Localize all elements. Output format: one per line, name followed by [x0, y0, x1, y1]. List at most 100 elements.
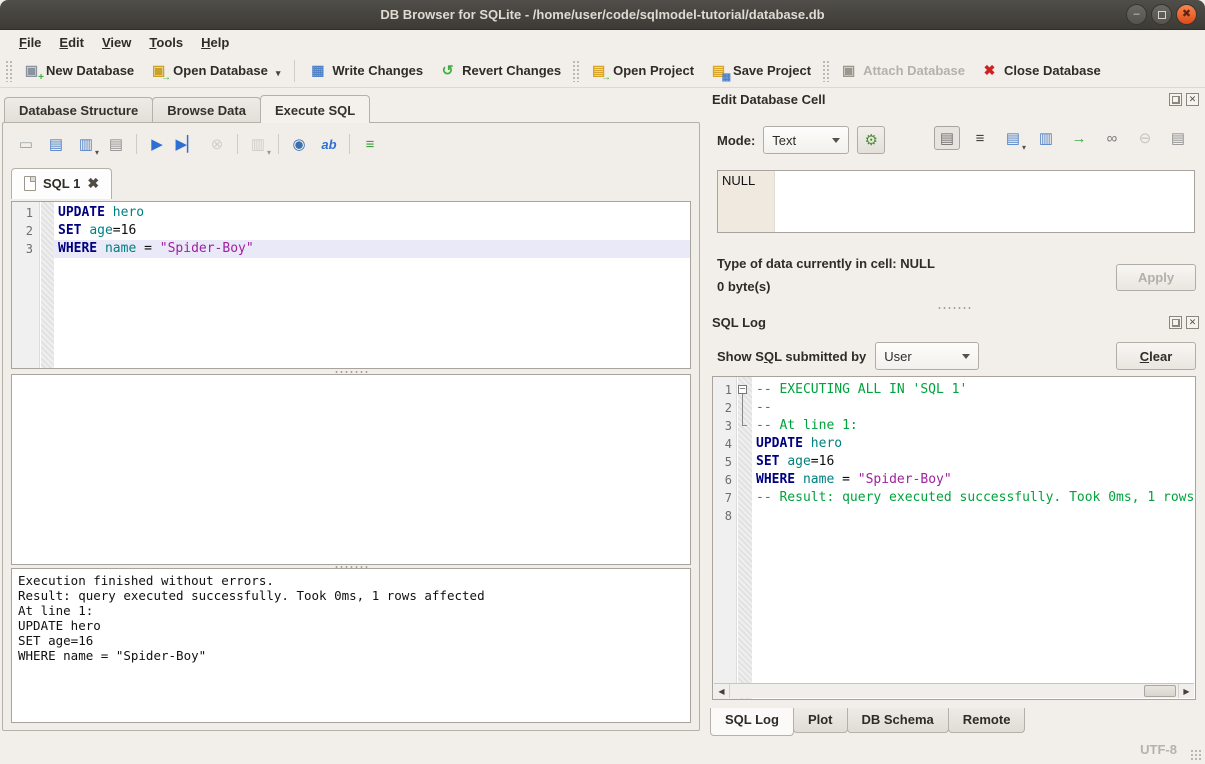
log-line[interactable]: 7-- Result: query executed successfully.… — [713, 489, 1195, 507]
dock-float-icon[interactable] — [1169, 93, 1182, 106]
scroll-left-arrow-icon[interactable]: ◀ — [714, 684, 730, 698]
editor-line[interactable]: 2SET age=16 — [12, 222, 690, 240]
dock-float-icon[interactable] — [1169, 316, 1182, 329]
syntax-check-button[interactable]: ab — [317, 132, 341, 156]
text-mode-button[interactable]: ▤ — [934, 126, 960, 150]
dock-tab-plot[interactable]: Plot — [793, 708, 848, 733]
dropdown-caret-icon[interactable]: ▾ — [95, 148, 99, 157]
log-filter-combobox[interactable]: User — [875, 342, 979, 370]
chevron-down-icon — [832, 138, 840, 143]
word-wrap-button[interactable]: ≡ — [358, 132, 382, 156]
toolbar-separator — [278, 134, 279, 154]
close-button[interactable]: ✖ — [1176, 4, 1197, 25]
import-from-file-button[interactable]: ▤▾ — [1000, 126, 1026, 150]
log-line[interactable]: 8 — [713, 507, 1195, 525]
menu-view[interactable]: View — [93, 32, 140, 53]
word-wrap-button[interactable]: ≡ — [967, 126, 993, 150]
sql-file-tab[interactable]: SQL 1 ✖ — [11, 168, 112, 199]
cell-text-area[interactable] — [775, 171, 1194, 232]
toolbar-separator — [294, 60, 295, 82]
tab-close-icon[interactable]: ✖ — [87, 175, 99, 192]
apply-mode-button[interactable]: ⚙ — [857, 126, 885, 154]
dock-tab-sql-log[interactable]: SQL Log — [710, 708, 794, 736]
revert-changes-icon: ↺ — [439, 62, 456, 79]
sql-log-view[interactable]: 1–-- EXECUTING ALL IN 'SQL 1'2--3-- At l… — [712, 376, 1196, 700]
open-database-button[interactable]: ▣→Open Database▾ — [142, 58, 288, 83]
code-text: WHERE name = "Spider-Boy" — [53, 240, 690, 258]
new-database-button[interactable]: ▣+ New Database — [15, 58, 142, 83]
open-in-external-button[interactable]: → — [1066, 126, 1092, 150]
find-replace-button[interactable]: ◉ — [287, 132, 311, 156]
print-button[interactable]: ▤ — [1165, 126, 1191, 150]
toolbar-separator — [136, 134, 137, 154]
toolbar-button-label: New Database — [46, 63, 134, 78]
new-database-icon: ▣+ — [23, 62, 40, 79]
editor-line[interactable]: 3WHERE name = "Spider-Boy" — [12, 240, 690, 258]
dock-close-icon[interactable]: ✕ — [1186, 93, 1199, 106]
editor-line[interactable]: 1UPDATE hero — [12, 204, 690, 222]
save-project-button[interactable]: ▤▦Save Project — [702, 58, 819, 83]
sql-editor-toolbar: ▭▤▥▾▤▶▶▏⊗▥▾◉ab≡ — [11, 129, 385, 159]
link-button[interactable]: ∞ — [1099, 126, 1125, 150]
stop-icon: ⊗ — [211, 135, 224, 153]
scroll-right-arrow-icon[interactable]: ▶ — [1178, 684, 1194, 698]
toolbar-button-label: Open Project — [613, 63, 694, 78]
dropdown-caret-icon[interactable]: ▾ — [1022, 143, 1026, 152]
results-pane[interactable] — [11, 374, 691, 565]
message-pane[interactable]: Execution finished without errors. Resul… — [11, 568, 691, 723]
print-button[interactable]: ▤ — [104, 132, 128, 156]
execute-all-button[interactable]: ▶ — [145, 132, 169, 156]
scrollbar-track[interactable] — [730, 684, 1178, 698]
dock-splitter-handle[interactable] — [937, 306, 971, 310]
tab-database-structure[interactable]: Database Structure — [4, 97, 153, 123]
new-database-icon-badge: + — [38, 72, 44, 83]
dock-close-icon[interactable]: ✕ — [1186, 316, 1199, 329]
clear-button[interactable]: Clear — [1116, 342, 1196, 370]
new-tab-button[interactable]: ▭ — [14, 132, 38, 156]
dock-tab-db-schema[interactable]: DB Schema — [847, 708, 949, 733]
sql-editor[interactable]: 1UPDATE hero2SET age=163WHERE name = "Sp… — [11, 201, 691, 369]
code-text: UPDATE hero — [751, 435, 1195, 453]
log-horizontal-scrollbar[interactable]: ◀ ▶ — [714, 683, 1194, 698]
titlebar[interactable]: DB Browser for SQLite - /home/user/code/… — [0, 0, 1205, 30]
menu-edit[interactable]: Edit — [50, 32, 93, 53]
save-sql-file-button[interactable]: ▥▾ — [74, 132, 98, 156]
close-database-button[interactable]: ✖Close Database — [973, 58, 1109, 83]
cell-toolbar: ▤≡▤▾▥→∞⊖▤ — [934, 126, 1191, 150]
fold-marker[interactable]: – — [737, 381, 751, 399]
apply-button[interactable]: Apply — [1116, 264, 1196, 291]
menu-file[interactable]: File — [10, 32, 50, 53]
minimize-button[interactable]: – — [1126, 4, 1147, 25]
tab-execute-sql[interactable]: Execute SQL — [260, 95, 370, 123]
dock-tab-remote[interactable]: Remote — [948, 708, 1026, 733]
fold-collapse-icon[interactable]: – — [738, 385, 747, 394]
log-line[interactable]: 5SET age=16 — [713, 453, 1195, 471]
cell-editor[interactable]: NULL — [717, 170, 1195, 233]
maximize-button[interactable] — [1151, 4, 1172, 25]
log-line[interactable]: 4UPDATE hero — [713, 435, 1195, 453]
dropdown-caret-icon[interactable]: ▾ — [267, 148, 271, 157]
fold-marker[interactable] — [737, 399, 751, 417]
save-project-icon-badge: ▦ — [722, 72, 731, 83]
export-results-icon: ▥ — [251, 135, 265, 153]
scrollbar-thumb[interactable] — [1144, 685, 1176, 697]
log-line[interactable]: 3-- At line 1: — [713, 417, 1195, 435]
menu-tools[interactable]: Tools — [140, 32, 192, 53]
mode-combobox[interactable]: Text — [763, 126, 849, 154]
resize-grip[interactable] — [1190, 749, 1202, 761]
open-sql-file-button[interactable]: ▤ — [44, 132, 68, 156]
export-to-file-button[interactable]: ▥ — [1033, 126, 1059, 150]
menu-help[interactable]: Help — [192, 32, 238, 53]
write-changes-button[interactable]: ▦Write Changes — [301, 58, 431, 83]
fold-marker[interactable] — [737, 417, 751, 435]
log-line[interactable]: 1–-- EXECUTING ALL IN 'SQL 1' — [713, 381, 1195, 399]
line-number: 8 — [713, 507, 737, 525]
encoding-indicator[interactable]: UTF-8 — [1140, 742, 1177, 757]
dropdown-caret-icon[interactable]: ▾ — [276, 68, 281, 79]
revert-changes-button[interactable]: ↺Revert Changes — [431, 58, 569, 83]
tab-browse-data[interactable]: Browse Data — [152, 97, 261, 123]
log-line[interactable]: 6WHERE name = "Spider-Boy" — [713, 471, 1195, 489]
open-project-button[interactable]: ▤→Open Project — [582, 58, 702, 83]
execute-current-line-button[interactable]: ▶▏ — [175, 132, 199, 156]
log-line[interactable]: 2-- — [713, 399, 1195, 417]
